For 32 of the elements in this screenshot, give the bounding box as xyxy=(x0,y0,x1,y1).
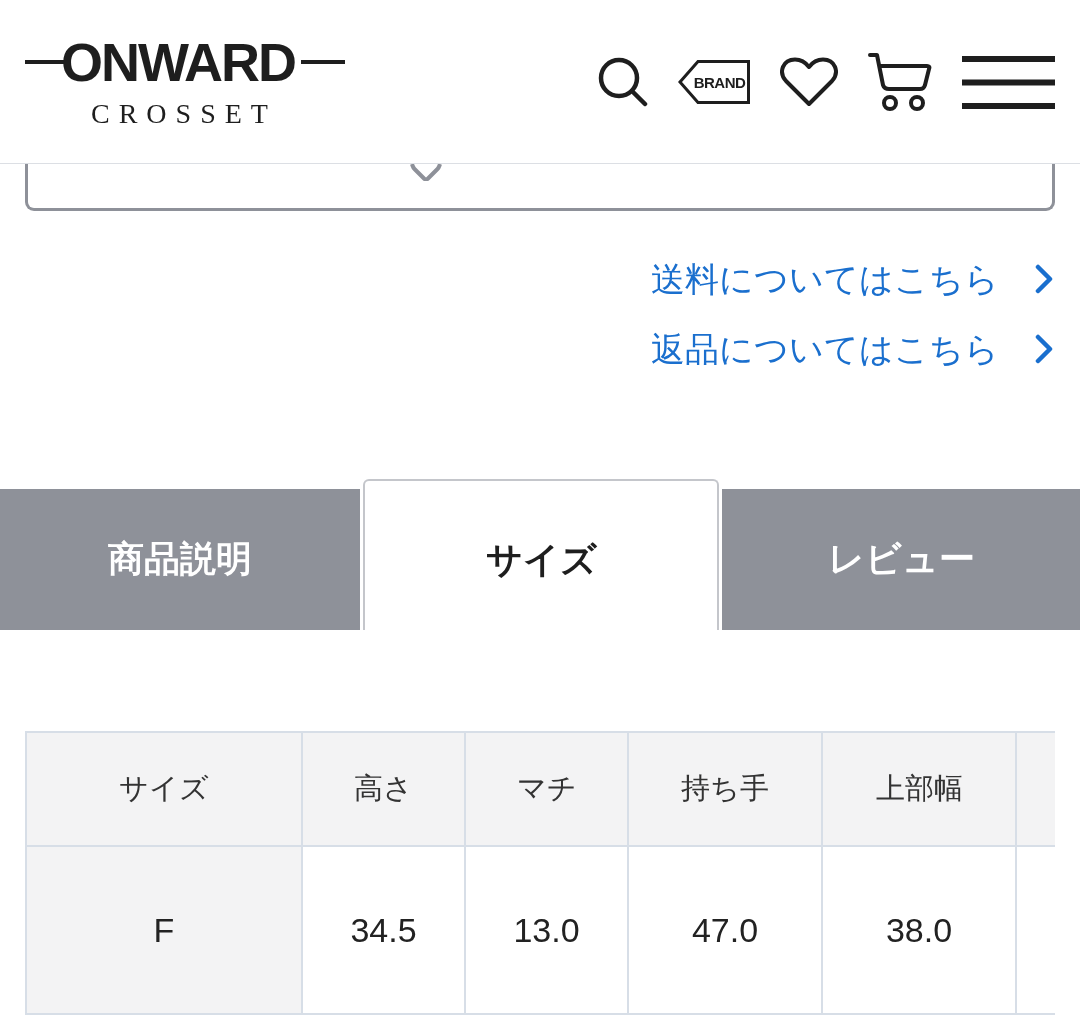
pin-tip-icon xyxy=(410,164,442,181)
table-cell: 13.0 xyxy=(465,846,628,1014)
table-header-cell: 上部幅 xyxy=(822,732,1016,846)
info-link-text: 送料についてはこちら xyxy=(651,258,999,301)
table-cell: 38.0 xyxy=(822,846,1016,1014)
favorites-button[interactable] xyxy=(780,57,838,107)
menu-button[interactable] xyxy=(962,55,1055,109)
cart-button[interactable] xyxy=(868,52,932,112)
tab[interactable]: 商品説明 xyxy=(0,489,360,630)
table-cell: F xyxy=(26,846,302,1014)
table-header-cell: 持ち手 xyxy=(628,732,822,846)
logo-wordmark[interactable]: ONWARD xyxy=(25,35,345,89)
table-header-cell: マチ xyxy=(465,732,628,846)
table-header-cell: 高さ xyxy=(302,732,465,846)
table-cell: 34.5 xyxy=(302,846,465,1014)
info-link[interactable]: 送料についてはこちら xyxy=(651,254,1053,304)
table-header-cell: サイズ xyxy=(26,732,302,846)
cart-icon xyxy=(868,52,932,112)
search-icon xyxy=(598,57,648,107)
info-link-text: 返品についてはこちら xyxy=(651,328,999,371)
search-button[interactable] xyxy=(598,57,648,107)
chevron-right-icon xyxy=(1035,264,1053,294)
info-link[interactable]: 返品についてはこちら xyxy=(651,324,1053,374)
outlined-button[interactable] xyxy=(25,164,1055,211)
logo-subline: CROSSET xyxy=(91,99,278,129)
table-cell: 47.0 xyxy=(628,846,822,1014)
tab[interactable]: サイズ xyxy=(363,479,719,630)
menu-icon xyxy=(962,55,1055,109)
brand-tag-button[interactable]: BRAND xyxy=(678,60,750,104)
heart-icon xyxy=(780,57,838,107)
tab[interactable]: レビュー xyxy=(722,489,1080,630)
chevron-right-icon xyxy=(1035,334,1053,364)
